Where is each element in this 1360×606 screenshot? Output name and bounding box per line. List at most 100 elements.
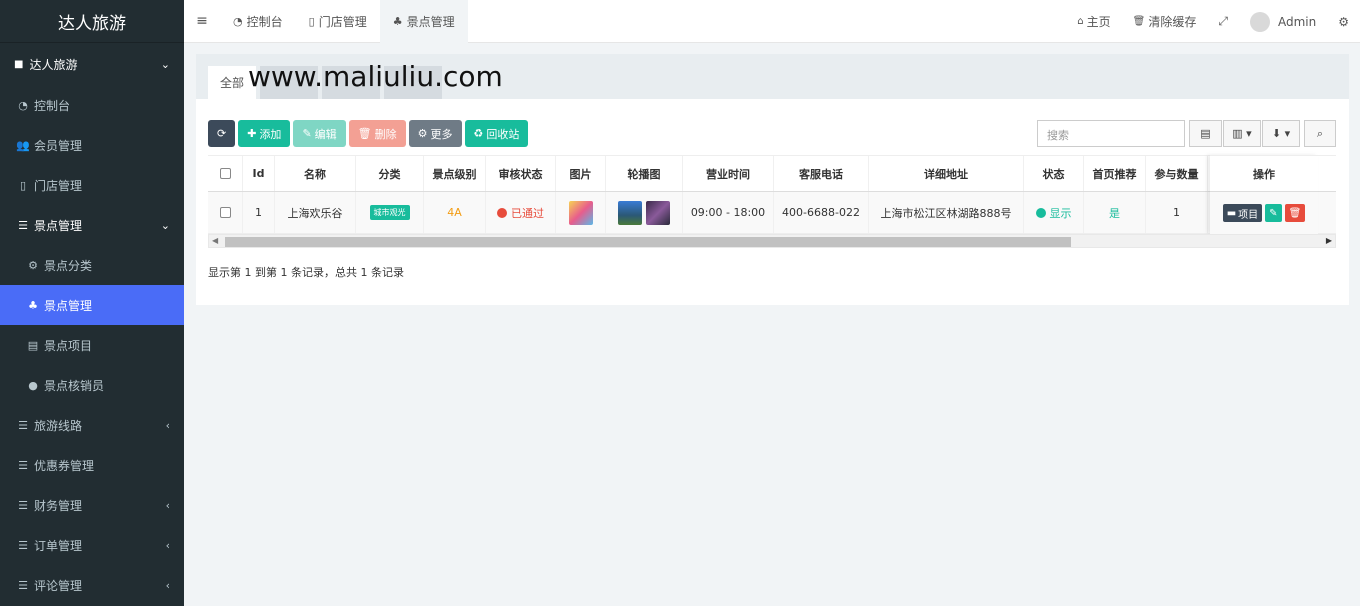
table-icon: ▤ bbox=[1200, 127, 1211, 140]
sidebar-item-scenic-verifiers[interactable]: ● 景点核销员 bbox=[0, 365, 184, 405]
dashboard-icon: ◔ bbox=[233, 14, 243, 28]
add-button[interactable]: ✚ 添加 bbox=[238, 120, 291, 147]
col-header[interactable]: 图片 bbox=[556, 156, 606, 191]
more-button[interactable]: ⚙ 更多 bbox=[408, 120, 462, 147]
sidebar-item-routes[interactable]: ☰ 旅游线路 ‹ bbox=[0, 405, 184, 445]
sidebar-item-label: 旅游线路 bbox=[34, 418, 83, 433]
list-icon: ☰ bbox=[18, 418, 28, 432]
chevron-left-icon: ‹ bbox=[165, 418, 170, 432]
folder-icon: ■ bbox=[14, 58, 24, 70]
delete-label: 删除 bbox=[374, 127, 397, 141]
data-table: Id 名称 分类 景点级别 审核状态 图片 轮播图 营业时间 客服电话 详细地址… bbox=[208, 155, 1336, 234]
user-menu[interactable]: Admin bbox=[1239, 11, 1327, 32]
sidebar-item-label: 控制台 bbox=[34, 98, 71, 113]
scroll-left-icon[interactable]: ◀ bbox=[212, 236, 218, 245]
menu-toggle-icon[interactable]: ≡ bbox=[184, 13, 220, 29]
search-icon: ⌕ bbox=[1316, 126, 1324, 140]
cogs-icon: ⚙ bbox=[28, 258, 38, 272]
status-dot-icon bbox=[497, 207, 507, 218]
col-header[interactable]: Id bbox=[243, 156, 275, 191]
carousel-image[interactable] bbox=[618, 200, 642, 225]
dashboard-icon: ◔ bbox=[18, 98, 28, 112]
sidebar-item-finance[interactable]: ☰ 财务管理 ‹ bbox=[0, 485, 184, 525]
sidebar-group-header[interactable]: ■ 达人旅游 ⌄ bbox=[0, 53, 184, 75]
home-icon: ⌂ bbox=[1077, 16, 1084, 27]
pagination-summary: 显示第 1 到第 1 条记录，总共 1 条记录 bbox=[208, 266, 404, 279]
tab-label: 控制台 bbox=[246, 14, 283, 29]
refresh-button[interactable]: ⟳ bbox=[208, 120, 236, 147]
project-button[interactable]: ▬ 项目 bbox=[1222, 204, 1263, 222]
sidebar-item-scenic-projects[interactable]: ▤ 景点项目 bbox=[0, 325, 184, 365]
col-header[interactable]: 状态 bbox=[1024, 156, 1084, 191]
col-header[interactable]: 名称 bbox=[275, 156, 356, 191]
tab-label: 门店管理 bbox=[318, 14, 367, 29]
sidebar-item-coupons[interactable]: ☰ 优惠券管理 bbox=[0, 445, 184, 485]
advanced-search-button[interactable]: ⌕ bbox=[1304, 120, 1336, 147]
columns-dropdown[interactable]: ▥ ▾ bbox=[1223, 120, 1261, 147]
row-edit-button[interactable]: ✎ bbox=[1265, 204, 1282, 222]
sidebar-item-scenic-category[interactable]: ⚙ 景点分类 bbox=[0, 245, 184, 285]
sidebar-item-members[interactable]: 👥 会员管理 bbox=[0, 125, 184, 165]
row-delete-button[interactable]: 🗑 bbox=[1284, 204, 1306, 222]
fullscreen-icon[interactable]: ⤢ bbox=[1207, 14, 1239, 29]
cell-image bbox=[556, 192, 606, 233]
avatar bbox=[1249, 11, 1270, 32]
display-status: 显示 bbox=[1049, 206, 1072, 220]
col-header[interactable]: 客服电话 bbox=[774, 156, 869, 191]
clear-cache-label: 清除缓存 bbox=[1148, 15, 1197, 29]
edit-button[interactable]: ✎ 编辑 bbox=[293, 120, 346, 147]
sidebar-item-orders[interactable]: ☰ 订单管理 ‹ bbox=[0, 525, 184, 565]
sidebar-item-stores[interactable]: ▯ 门店管理 bbox=[0, 165, 184, 205]
col-header[interactable]: 详细地址 bbox=[869, 156, 1024, 191]
scrollbar-thumb[interactable] bbox=[225, 237, 1071, 247]
tab-dashboard[interactable]: ◔ 控制台 bbox=[220, 0, 296, 43]
sidebar-item-reviews[interactable]: ☰ 评论管理 ‹ bbox=[0, 565, 184, 605]
toggle-view-button[interactable]: ▤ bbox=[1189, 120, 1222, 147]
select-all-checkbox[interactable] bbox=[208, 156, 243, 191]
cell-phone: 400-6688-022 bbox=[774, 192, 869, 233]
tab-scenic[interactable]: ♣ 景点管理 bbox=[379, 0, 468, 43]
home-link[interactable]: ⌂ 主页 bbox=[1066, 13, 1121, 30]
sidebar-item-scenic[interactable]: ☰ 景点管理 ⌄ bbox=[0, 205, 184, 245]
col-header[interactable]: 首页推荐 bbox=[1084, 156, 1146, 191]
sidebar-item-label: 评论管理 bbox=[34, 578, 83, 593]
trash-icon: 🗑 bbox=[1132, 16, 1146, 27]
tab-stores[interactable]: ▯ 门店管理 bbox=[296, 0, 380, 43]
row-checkbox[interactable] bbox=[208, 192, 243, 233]
col-header[interactable]: 参与数量 bbox=[1146, 156, 1208, 191]
content-panel: 全部 www.maliuliu.com ⟳ ✚ 添加 ✎ 编辑 🗑 删除 ⚙ 更多 ♻ 回… bbox=[196, 54, 1349, 305]
sidebar: 达人旅游 ■ 达人旅游 ⌄ ◔ 控制台 👥 会员管理 ▯ 门店管理 ☰ 景点管理… bbox=[0, 0, 184, 606]
list-icon: ☰ bbox=[18, 538, 28, 552]
building-icon: ▯ bbox=[19, 178, 27, 192]
col-header[interactable]: 分类 bbox=[356, 156, 424, 191]
search-input[interactable]: 搜索 bbox=[1037, 120, 1185, 147]
col-header[interactable]: 轮播图 bbox=[606, 156, 683, 191]
export-dropdown[interactable]: ⬇ ▾ bbox=[1262, 120, 1300, 147]
checkbox[interactable] bbox=[219, 207, 231, 218]
col-header[interactable]: 营业时间 bbox=[683, 156, 774, 191]
thumbnail-image[interactable] bbox=[568, 200, 593, 225]
col-header[interactable]: 景点级别 bbox=[424, 156, 486, 191]
horizontal-scrollbar[interactable]: ◀ ▶ bbox=[208, 234, 1336, 248]
cell-category: 城市观光 bbox=[356, 192, 424, 233]
settings-icon[interactable]: ⚙ bbox=[1327, 15, 1360, 29]
app-logo[interactable]: 达人旅游 bbox=[0, 0, 184, 43]
clear-cache-button[interactable]: 🗑 清除缓存 bbox=[1122, 13, 1208, 30]
sidebar-item-scenic-manage[interactable]: ♣ 景点管理 bbox=[0, 285, 184, 325]
col-header[interactable]: 审核状态 bbox=[486, 156, 556, 191]
scroll-right-icon[interactable]: ▶ bbox=[1326, 236, 1332, 245]
table-header: Id 名称 分类 景点级别 审核状态 图片 轮播图 营业时间 客服电话 详细地址… bbox=[208, 155, 1336, 192]
home-label: 主页 bbox=[1086, 15, 1111, 29]
chevron-down-icon: ⌄ bbox=[160, 57, 170, 71]
sidebar-item-dashboard[interactable]: ◔ 控制台 bbox=[0, 85, 184, 125]
table-row[interactable]: 1 上海欢乐谷 城市观光 4A 已通过 09:00 - 18:00 400-66… bbox=[208, 192, 1336, 234]
sidebar-item-label: 景点管理 bbox=[34, 218, 83, 233]
checkbox[interactable] bbox=[219, 168, 231, 179]
operations-column: 操作 ▬ 项目 ✎ 🗑 bbox=[1210, 155, 1318, 234]
delete-button[interactable]: 🗑 删除 bbox=[348, 120, 406, 147]
cell-count: 1 bbox=[1146, 192, 1208, 233]
sidebar-item-label: 订单管理 bbox=[34, 538, 83, 553]
add-label: 添加 bbox=[259, 127, 282, 141]
carousel-image[interactable] bbox=[646, 200, 670, 225]
recycle-bin-button[interactable]: ♻ 回收站 bbox=[464, 120, 529, 147]
